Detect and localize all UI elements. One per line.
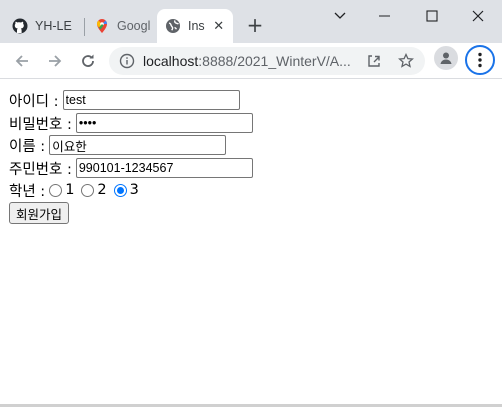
title-bar: YH-LE Googl Ins ✕ + (0, 0, 502, 43)
tab-google-maps[interactable]: Googl (90, 9, 152, 43)
ssn-row: 주민번호 : (9, 158, 253, 178)
person-icon (440, 52, 452, 64)
grade-option-3[interactable]: 3 (113, 182, 139, 198)
back-button[interactable] (8, 47, 36, 75)
password-input[interactable] (75, 113, 253, 133)
reload-button[interactable] (74, 47, 102, 75)
ssn-input[interactable] (75, 158, 253, 178)
profile-button[interactable] (434, 46, 458, 70)
new-tab-button[interactable]: + (243, 13, 267, 37)
radio-label: 3 (129, 182, 139, 198)
maximize-button[interactable] (409, 0, 455, 32)
chevron-down-icon (334, 12, 346, 19)
password-label: 비밀번호 : (9, 116, 72, 133)
minimize-icon (379, 15, 390, 17)
bookmark-star-icon[interactable] (398, 52, 414, 69)
info-icon[interactable] (119, 53, 135, 69)
arrow-right-icon (49, 55, 62, 67)
more-vertical-icon (478, 52, 482, 68)
maximize-icon (426, 10, 438, 22)
password-row: 비밀번호 : (9, 113, 253, 133)
ssn-label: 주민번호 : (9, 161, 72, 178)
google-maps-icon (94, 18, 110, 34)
tab-title: YH-LE (35, 19, 72, 33)
radio-label: 2 (97, 182, 107, 198)
tab-title: Googl (117, 19, 151, 33)
close-tab-icon[interactable]: ✕ (211, 18, 227, 34)
name-input[interactable] (49, 135, 227, 155)
grade-option-2[interactable]: 2 (81, 182, 107, 198)
signup-button[interactable]: 회원가입 (9, 202, 70, 224)
tab-active[interactable]: Ins ✕ (157, 9, 233, 43)
id-row: 아이디 : (9, 90, 240, 110)
id-label: 아이디 : (9, 93, 59, 110)
share-icon[interactable] (366, 53, 382, 69)
reload-icon (82, 54, 94, 67)
globe-icon (165, 18, 181, 34)
radio-dot (116, 186, 124, 194)
tab-github[interactable]: YH-LE (8, 9, 80, 43)
menu-button[interactable] (465, 45, 495, 75)
url-path: :8888/2021_WinterV/A... (198, 53, 351, 69)
page-content: 아이디 : 비밀번호 : 이름 : 주민번호 : 학년 : 1 2 3 회원가입 (0, 80, 502, 405)
tab-separator (84, 18, 85, 36)
close-icon (472, 10, 484, 22)
radio-label: 1 (65, 182, 75, 198)
url-host: localhost (143, 53, 199, 69)
browser-toolbar: localhost:8888/2021_WinterV/A... (0, 43, 502, 79)
github-icon (12, 18, 28, 34)
forward-button[interactable] (41, 47, 69, 75)
radio-button-checked[interactable] (113, 183, 127, 197)
tab-title: Ins (188, 19, 205, 33)
name-row: 이름 : (9, 135, 227, 155)
tab-search-button[interactable] (317, 0, 363, 32)
grade-option-1[interactable]: 1 (49, 182, 74, 198)
url-text[interactable]: localhost:8888/2021_WinterV/A... (143, 53, 359, 69)
radio-button[interactable] (81, 183, 95, 197)
grade-row: 학년 : 1 2 3 (9, 181, 146, 200)
arrow-left-icon (15, 55, 28, 67)
grade-label: 학년 : (9, 183, 46, 200)
name-label: 이름 : (9, 138, 46, 155)
close-window-button[interactable] (455, 0, 501, 32)
id-input[interactable] (62, 90, 240, 110)
minimize-button[interactable] (362, 0, 408, 32)
radio-button[interactable] (49, 183, 63, 197)
address-bar[interactable]: localhost:8888/2021_WinterV/A... (109, 47, 425, 75)
